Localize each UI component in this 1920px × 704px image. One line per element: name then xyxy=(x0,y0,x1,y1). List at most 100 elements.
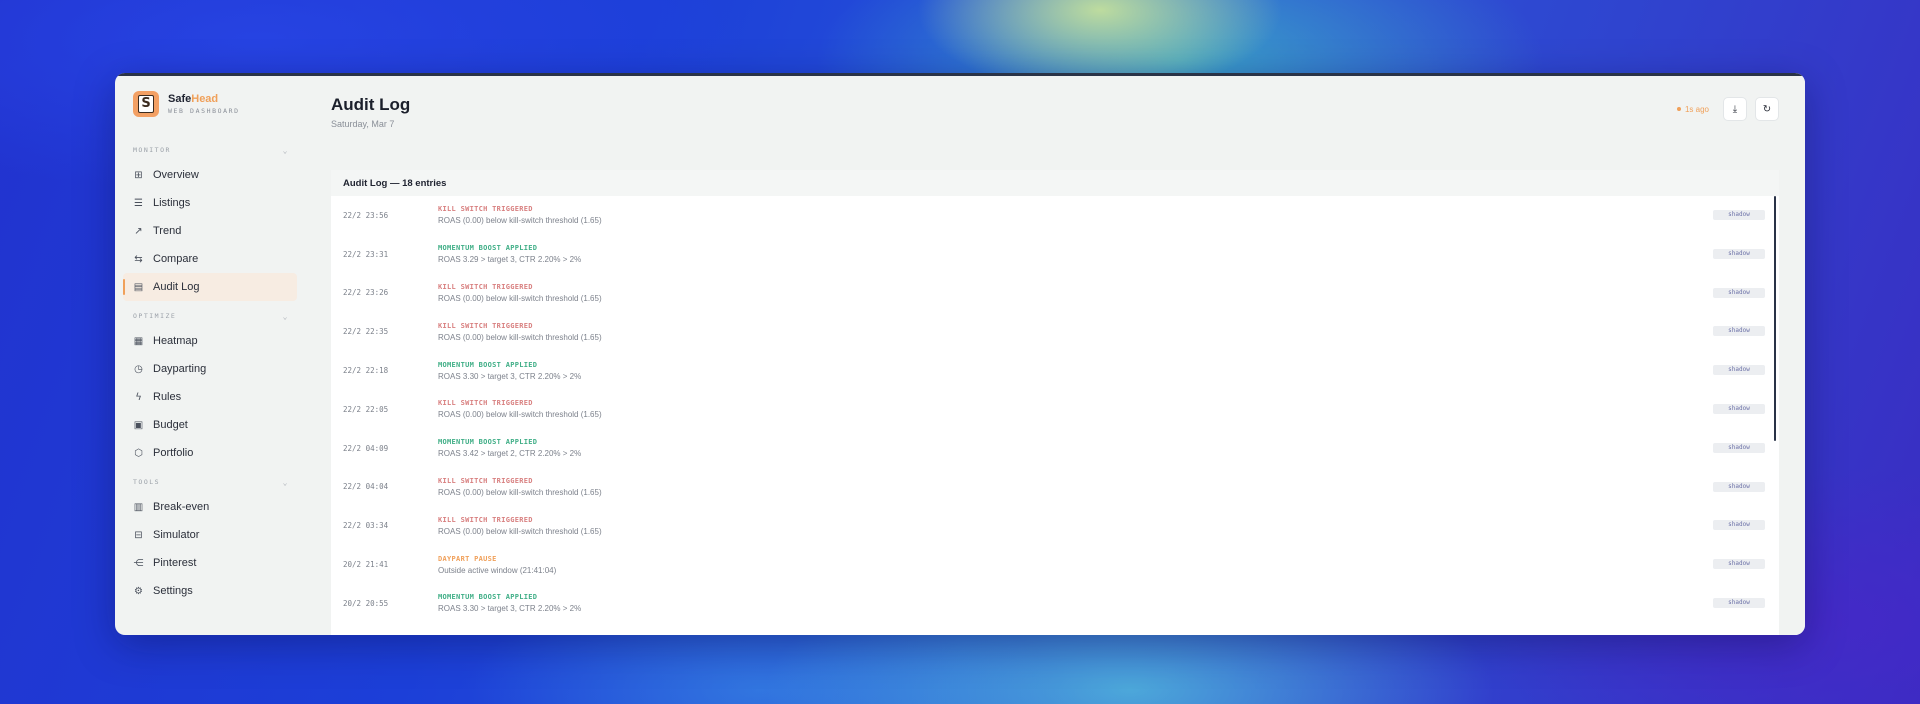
list-icon: ☰ xyxy=(134,197,143,209)
entry-event: MOMENTUM BOOST APPLIED xyxy=(438,438,538,447)
entry-event: MOMENTUM BOOST APPLIED xyxy=(438,244,538,253)
entry-description: ROAS 3.29 > target 3, CTR 2.20% > 2% xyxy=(438,255,582,265)
download-button[interactable]: ⤓ xyxy=(1723,97,1747,121)
brand-subtitle: WEB DASHBOARD xyxy=(168,107,240,115)
entry-event: KILL SWITCH TRIGGERED xyxy=(438,399,533,408)
entry-time: 22/2 22:05 xyxy=(343,404,389,414)
section-label: MONITOR xyxy=(133,146,171,154)
mode-badge: shadow xyxy=(1713,210,1765,220)
sidebar-item-overview[interactable]: ⊞ Overview xyxy=(133,161,295,189)
sidebar-item-label: Audit Log xyxy=(153,281,200,293)
entry-description: ROAS 3.30 > target 3, CTR 2.20% > 2% xyxy=(438,604,582,614)
mode-badge: shadow xyxy=(1713,326,1765,337)
table-row[interactable]: 22/2 04:04 KILL SWITCH TRIGGERED ROAS (0.0… xyxy=(331,468,1779,507)
audit-list[interactable]: 22/2 23:56 KILL SWITCH TRIGGERED ROAS (0.0… xyxy=(331,196,1779,635)
sidebar-item-label: Overview xyxy=(153,169,199,181)
section-head-optimize[interactable]: OPTIMIZE ⌄ xyxy=(133,311,289,321)
sidebar-item-label: Break-even xyxy=(153,501,210,513)
mode-badge: shadow xyxy=(1713,403,1765,414)
table-row[interactable]: 20/2 20:55 MOMENTUM BOOST APPLIED ROAS 3.3… xyxy=(331,584,1779,623)
sidebar-item-label: Settings xyxy=(153,585,193,597)
sidebar-item-dayparting[interactable]: ◷ Dayparting xyxy=(133,355,295,383)
entry-description: ROAS (0.00) below kill-switch threshold … xyxy=(438,293,602,303)
sidebar-item-label: Budget xyxy=(153,419,188,431)
top-actions: 1s ago ⤓ ↻ xyxy=(1676,97,1779,121)
table-row[interactable]: 20/2 21:41 DAYPART PAUSE Outside active wi… xyxy=(331,545,1779,584)
entry-time: 22/2 22:35 xyxy=(343,327,389,337)
entry-event: MOMENTUM BOOST APPLIED xyxy=(438,360,538,369)
sidebar-item-pinterest[interactable]: ⋲ Pinterest xyxy=(133,549,295,577)
table-row[interactable]: 22/2 03:34 KILL SWITCH TRIGGERED ROAS (0.0… xyxy=(331,506,1779,545)
wallet-icon: ▣ xyxy=(133,419,144,431)
sidebar-item-label: Listings xyxy=(153,197,191,209)
sidebar-item-simulator[interactable]: ⊟ Simulator xyxy=(133,521,295,549)
page-date: Saturday, Mar 7 xyxy=(331,119,395,129)
chevron-down-icon: ⌄ xyxy=(282,311,289,321)
sidebar-nav: MONITOR ⌄ ⊞ Overview ☰ Listings ↗ Trend ⇆ Compare… xyxy=(123,145,297,605)
sidebar-item-break-even[interactable]: ▥ Break-even xyxy=(133,493,295,521)
entry-time: 22/2 04:09 xyxy=(343,443,389,453)
entry-event: KILL SWITCH TRIGGERED xyxy=(438,515,533,524)
sidebar-item-label: Trend xyxy=(153,225,182,237)
table-row[interactable]: 22/2 22:05 KILL SWITCH TRIGGERED ROAS (0.0… xyxy=(331,390,1779,429)
table-row[interactable]: 22/2 23:26 KILL SWITCH TRIGGERED ROAS (0.0… xyxy=(331,274,1779,313)
entry-time: 22/2 22:18 xyxy=(343,366,389,376)
sidebar-item-compare[interactable]: ⇆ Compare xyxy=(133,245,295,273)
gear-icon: ⚙ xyxy=(134,585,143,597)
mode-badge: shadow xyxy=(1713,442,1765,453)
section-head-tools[interactable]: TOOLS ⌄ xyxy=(133,477,289,487)
entry-description: ROAS (0.00) below kill-switch threshold … xyxy=(438,332,602,342)
entry-description: ROAS (0.00) below kill-switch threshold … xyxy=(438,487,602,497)
sidebar-item-label: Compare xyxy=(153,253,199,265)
status-dot-icon xyxy=(1676,107,1681,111)
section-label: TOOLS xyxy=(133,478,161,486)
main-content: Audit Log Saturday, Mar 7 1s ago ⤓ ↻ Aud… xyxy=(305,73,1805,635)
audit-icon: ▤ xyxy=(133,281,144,293)
last-updated: 1s ago xyxy=(1676,105,1709,114)
sidebar-item-rules[interactable]: ϟ Rules xyxy=(133,383,295,411)
sidebar-item-trend[interactable]: ↗ Trend xyxy=(133,217,295,245)
mode-badge: shadow xyxy=(1713,481,1765,492)
entry-time: 22/2 23:56 xyxy=(343,210,389,220)
mode-badge: shadow xyxy=(1713,559,1765,570)
page-title: Audit Log xyxy=(331,95,411,114)
entry-time: 20/2 21:41 xyxy=(343,560,389,570)
share-icon: ⋲ xyxy=(133,557,144,569)
sidebar-item-label: Heatmap xyxy=(153,335,198,347)
clock-icon: ◷ xyxy=(134,363,143,375)
sidebar-item-heatmap[interactable]: ▦ Heatmap xyxy=(133,327,295,355)
sidebar: S SafeHead WEB DASHBOARD MONITOR ⌄ ⊞ Overvi… xyxy=(115,73,305,635)
entry-description: ROAS (0.00) below kill-switch threshold … xyxy=(438,216,602,226)
refresh-button[interactable]: ↻ xyxy=(1755,97,1779,121)
sidebar-item-portfolio[interactable]: ⬡ Portfolio xyxy=(133,439,295,467)
entry-description: ROAS (0.00) below kill-switch threshold … xyxy=(438,410,602,420)
brand-name: SafeHead xyxy=(168,93,219,105)
mode-badge: shadow xyxy=(1713,597,1765,608)
table-row[interactable]: 22/2 23:31 MOMENTUM BOOST APPLIED ROAS 3.2… xyxy=(331,235,1779,274)
trend-icon: ↗ xyxy=(134,225,143,237)
entry-time: 22/2 04:04 xyxy=(343,482,389,492)
sidebar-item-label: Dayparting xyxy=(153,363,207,375)
mode-badge: shadow xyxy=(1713,287,1765,298)
sidebar-item-label: Simulator xyxy=(153,529,200,541)
section-head-monitor[interactable]: MONITOR ⌄ xyxy=(133,145,289,155)
table-row[interactable]: 22/2 23:56 KILL SWITCH TRIGGERED ROAS (0.0… xyxy=(331,196,1779,235)
sidebar-item-audit-log[interactable]: ▤ Audit Log xyxy=(123,273,297,301)
entry-description: Outside active window (21:41:04) xyxy=(438,565,557,575)
entry-description: ROAS (0.00) below kill-switch threshold … xyxy=(438,526,602,536)
table-row[interactable]: 22/2 22:18 MOMENTUM BOOST APPLIED ROAS 3.3… xyxy=(331,351,1779,390)
sidebar-item-settings[interactable]: ⚙ Settings xyxy=(133,577,295,605)
sidebar-item-label: Pinterest xyxy=(153,557,197,569)
table-row[interactable]: 22/2 04:09 MOMENTUM BOOST APPLIED ROAS 3.4… xyxy=(331,429,1779,468)
entry-event: KILL SWITCH TRIGGERED xyxy=(438,321,533,330)
map-icon: ▦ xyxy=(133,335,144,347)
sidebar-item-budget[interactable]: ▣ Budget xyxy=(133,411,295,439)
table-row[interactable]: 22/2 22:35 KILL SWITCH TRIGGERED ROAS (0.0… xyxy=(331,312,1779,351)
sidebar-item-label: Rules xyxy=(153,391,182,403)
sidebar-item-label: Portfolio xyxy=(153,447,194,459)
simulator-icon: ⊟ xyxy=(134,529,143,541)
brand[interactable]: S SafeHead WEB DASHBOARD xyxy=(133,91,295,117)
chevron-down-icon: ⌄ xyxy=(282,145,289,155)
sidebar-item-listings[interactable]: ☰ Listings xyxy=(133,189,295,217)
download-icon: ⤓ xyxy=(1732,103,1738,115)
